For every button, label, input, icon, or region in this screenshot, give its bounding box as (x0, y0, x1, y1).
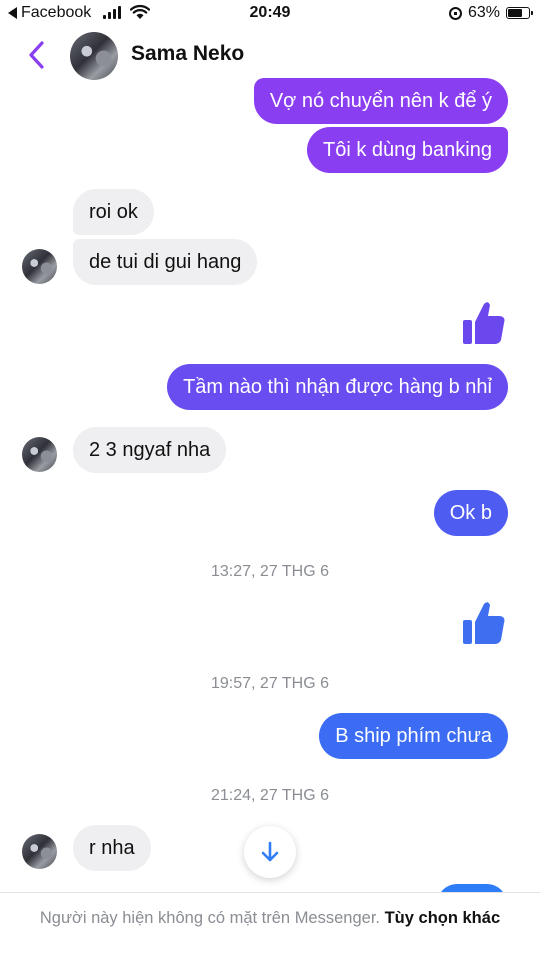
message-text: r nha (89, 836, 135, 859)
sender-avatar[interactable] (22, 249, 57, 284)
timestamp: 13:27, 27 THG 6 (211, 563, 329, 580)
notice-text: Người này hiện không có mặt trên Messeng… (39, 909, 380, 927)
message-text: Vợ nó chuyển nên k để ý (269, 89, 492, 112)
timestamp: 21:24, 27 THG 6 (211, 787, 329, 804)
contact-name[interactable]: Sama Neko (131, 42, 244, 66)
message-bubble-outgoing[interactable]: Tầm nào thì nhận được hàng b nhỉ (167, 364, 508, 410)
scroll-to-bottom-button[interactable] (244, 826, 296, 878)
back-chevron-icon[interactable] (24, 38, 50, 72)
message-bubble-incoming[interactable]: 2 3 ngyaf nha (73, 427, 227, 473)
message-text: roi ok (89, 200, 138, 223)
arrow-down-icon (261, 841, 279, 862)
message-bubble-incoming[interactable]: roi ok (73, 189, 154, 235)
like-thumbs-up-icon (463, 302, 505, 344)
timestamp: 19:57, 27 THG 6 (211, 675, 329, 692)
orientation-lock-icon (448, 6, 462, 20)
message-text: B ship phím chưa (335, 724, 492, 747)
battery-icon (506, 7, 533, 19)
unavailable-notice: Người này hiện không có mặt trên Messeng… (0, 892, 540, 960)
status-bar: Facebook 20:49 63% (0, 0, 540, 28)
message-text: de tui di gui hang (89, 250, 242, 273)
sender-avatar[interactable] (22, 834, 57, 869)
message-bubble-outgoing[interactable]: Vợ nó chuyển nên k để ý (253, 78, 508, 124)
chat-header: Sama Neko (0, 28, 540, 84)
message-text: 2 3 ngyaf nha (89, 438, 211, 461)
message-bubble-outgoing[interactable]: Ok b (433, 490, 508, 536)
message-text: Tầm nào thì nhận được hàng b nhỉ (183, 375, 492, 398)
message-text: Ok b (449, 501, 492, 524)
message-text: Tôi k dùng banking (322, 138, 492, 161)
message-bubble-incoming[interactable]: de tui di gui hang (73, 239, 258, 285)
message-bubble-outgoing[interactable]: B ship phím chưa (319, 713, 508, 759)
contact-avatar[interactable] (70, 32, 118, 80)
battery-percent: 63% (467, 4, 500, 21)
like-thumbs-up-icon (463, 602, 505, 644)
sender-avatar[interactable] (22, 437, 57, 472)
message-bubble-outgoing[interactable]: Tôi k dùng banking (306, 127, 508, 173)
more-options-link[interactable]: Tùy chọn khác (385, 909, 501, 927)
message-bubble-incoming[interactable]: r nha (73, 825, 151, 871)
